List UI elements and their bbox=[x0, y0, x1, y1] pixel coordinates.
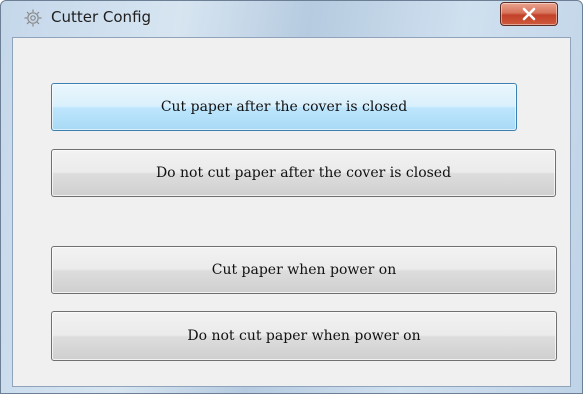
dialog-client-area: Cut paper after the cover is closed Do n… bbox=[12, 37, 571, 387]
cut-on-power-on-button[interactable]: Cut paper when power on bbox=[51, 246, 557, 294]
title-bar[interactable]: Cutter Config bbox=[1, 1, 582, 31]
gear-icon bbox=[23, 8, 43, 28]
no-cut-after-cover-closed-button[interactable]: Do not cut paper after the cover is clos… bbox=[51, 149, 556, 197]
close-icon bbox=[522, 7, 536, 21]
no-cut-on-power-on-button[interactable]: Do not cut paper when power on bbox=[51, 311, 557, 361]
cut-after-cover-closed-button[interactable]: Cut paper after the cover is closed bbox=[51, 83, 517, 131]
window-title: Cutter Config bbox=[51, 8, 152, 26]
cutter-config-window: Cutter Config Cut paper after the cover … bbox=[0, 0, 583, 394]
close-button[interactable] bbox=[500, 2, 558, 26]
